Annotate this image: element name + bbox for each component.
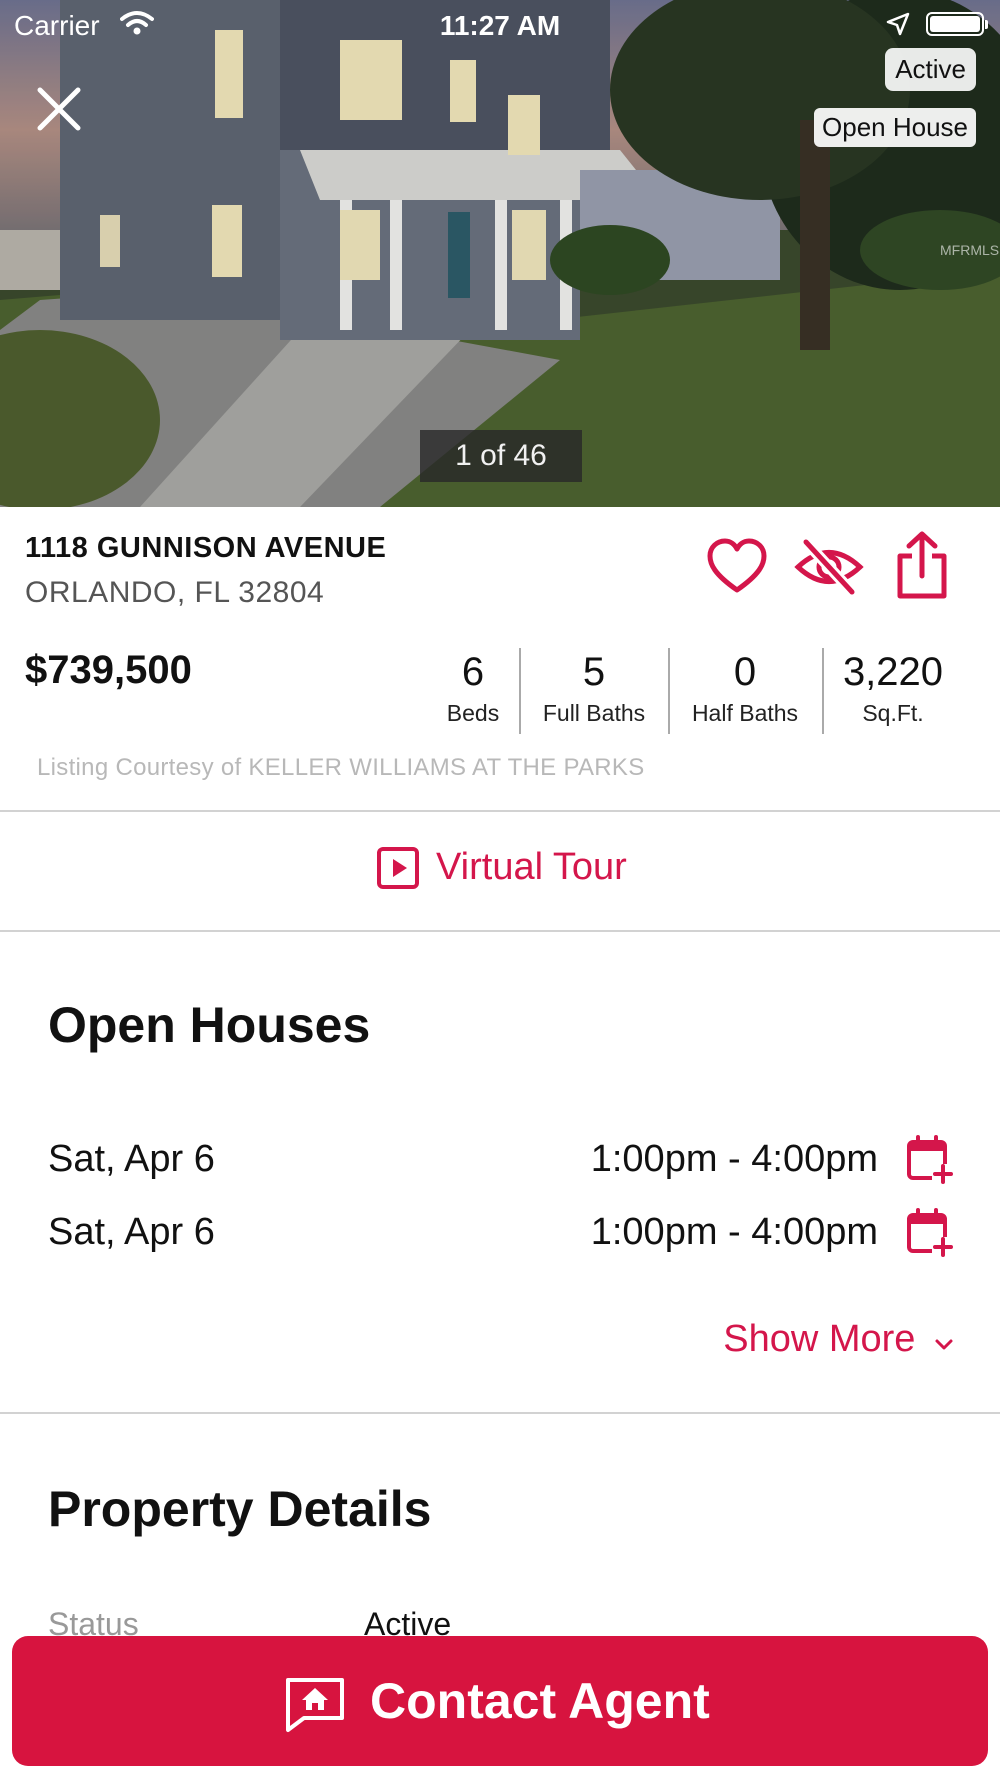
stat-value: 5 <box>582 650 606 694</box>
stat-beds: 6 Beds <box>426 648 520 727</box>
stat-label: Sq.Ft. <box>862 700 924 726</box>
virtual-tour-button[interactable]: Virtual Tour <box>0 812 1000 930</box>
listing-detail-screen: Carrier 11:27 AM Active Open House MFRML… <box>0 0 1000 1778</box>
stat-value: 6 <box>461 650 485 694</box>
street-address: 1118 GUNNISON AVENUE <box>25 532 387 564</box>
contact-agent-label: Contact Agent <box>370 1673 710 1729</box>
battery-icon <box>926 12 988 36</box>
divider <box>0 1412 1000 1414</box>
open-house-badge: Open House <box>814 108 976 147</box>
show-more-button[interactable]: Show More <box>723 1318 954 1362</box>
stat-divider <box>668 648 670 734</box>
calendar-plus-icon[interactable] <box>906 1134 954 1184</box>
stat-half-baths: 0 Half Baths <box>672 648 818 727</box>
mls-watermark: MFRMLS <box>940 242 1000 258</box>
open-house-row: Sat, Apr 6 1:00pm - 4:00pm <box>48 1130 954 1190</box>
stat-sqft: 3,220 Sq.Ft. <box>826 648 960 727</box>
stat-divider <box>519 648 521 734</box>
property-details-title: Property Details <box>48 1481 432 1537</box>
heart-icon[interactable] <box>706 536 768 598</box>
stat-label: Half Baths <box>691 700 799 726</box>
share-icon[interactable] <box>894 530 950 600</box>
open-house-date: Sat, Apr 6 <box>48 1211 215 1253</box>
location-arrow-icon <box>886 12 910 41</box>
show-more-label: Show More <box>723 1318 916 1360</box>
open-house-time: 1:00pm - 4:00pm <box>590 1138 878 1180</box>
eye-slash-icon[interactable] <box>794 536 864 598</box>
contact-agent-button[interactable]: Contact Agent <box>12 1636 988 1766</box>
photo-counter: 1 of 46 <box>420 430 582 482</box>
listing-photo-carousel[interactable]: Carrier 11:27 AM Active Open House MFRML… <box>0 0 1000 507</box>
message-house-icon <box>284 1674 346 1734</box>
open-house-date: Sat, Apr 6 <box>48 1138 215 1180</box>
listing-courtesy: Listing Courtesy of KELLER WILLIAMS AT T… <box>37 754 645 781</box>
close-icon[interactable] <box>34 84 84 134</box>
stat-label: Full Baths <box>542 700 646 726</box>
stat-value: 0 <box>733 650 757 694</box>
listing-price: $739,500 <box>25 648 192 692</box>
play-square-icon <box>376 846 420 890</box>
stat-divider <box>822 648 824 734</box>
stat-label: Beds <box>446 700 500 726</box>
status-bar: Carrier 11:27 AM <box>0 0 1000 50</box>
stat-full-baths: 5 Full Baths <box>522 648 666 727</box>
open-house-time: 1:00pm - 4:00pm <box>590 1211 878 1253</box>
open-houses-title: Open Houses <box>48 997 371 1053</box>
status-badge: Active <box>885 48 976 91</box>
divider <box>0 930 1000 932</box>
stat-value: 3,220 <box>842 650 944 694</box>
clock: 11:27 AM <box>439 10 561 41</box>
virtual-tour-label: Virtual Tour <box>436 846 627 888</box>
chevron-down-icon <box>934 1319 954 1362</box>
open-house-row: Sat, Apr 6 1:00pm - 4:00pm <box>48 1203 954 1263</box>
city-state-zip: ORLANDO, FL 32804 <box>25 576 325 609</box>
calendar-plus-icon[interactable] <box>906 1207 954 1257</box>
